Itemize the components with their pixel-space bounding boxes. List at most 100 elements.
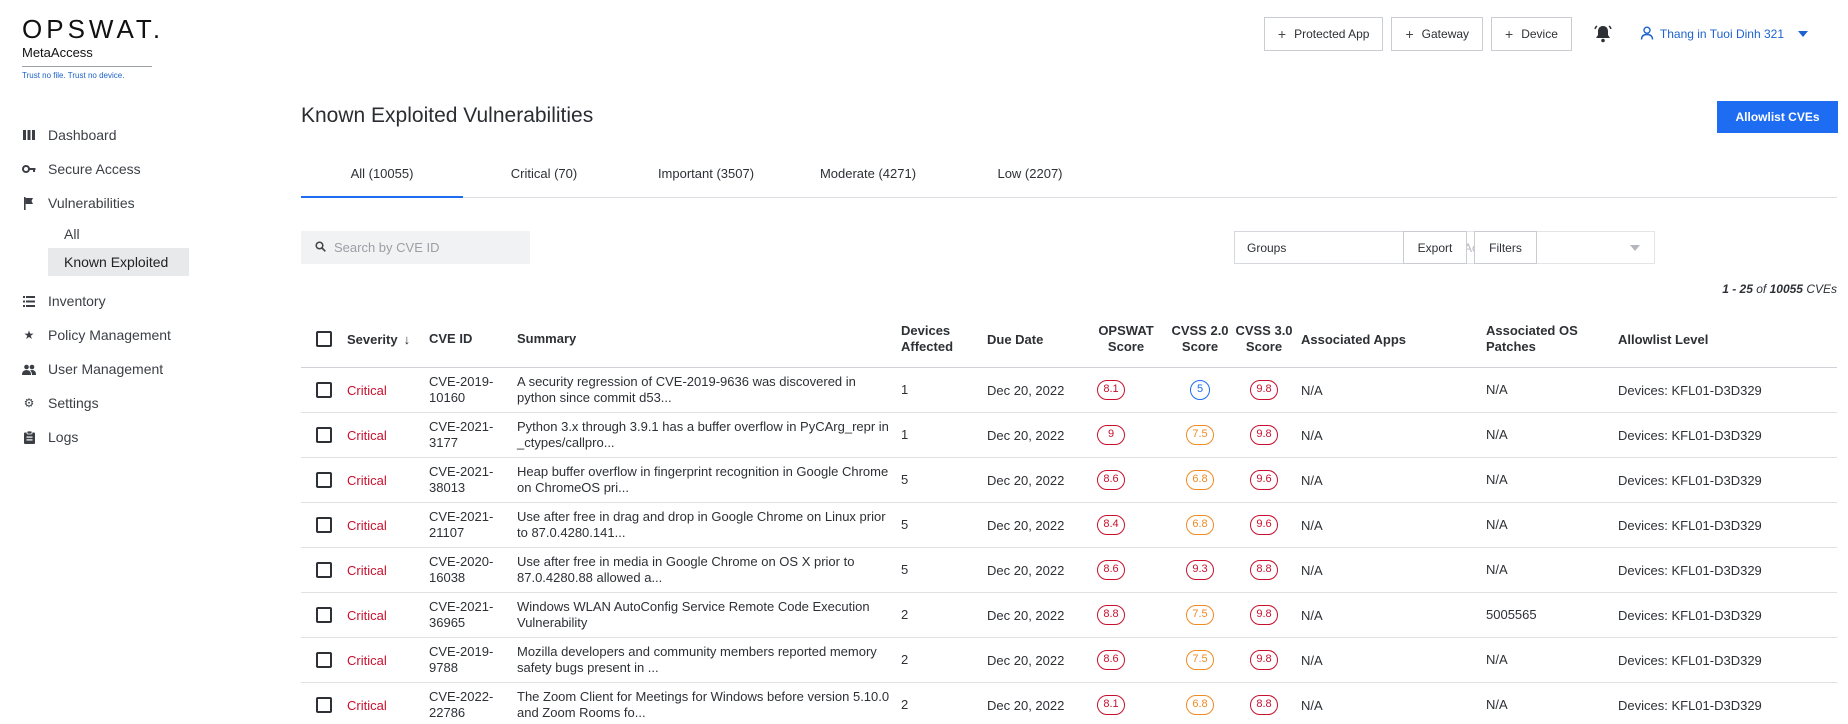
notifications-bell-icon[interactable] [1586,17,1620,51]
row-checkbox[interactable] [316,607,332,623]
severity-cell: Critical [347,607,387,623]
allowlist-cves-button[interactable]: Allowlist CVEs [1717,101,1838,133]
cve-id-cell[interactable]: CVE-2022-22786 [429,689,517,721]
top-toolbar: + Protected App + Gateway + Device Thang… [1263,17,1808,51]
plus-icon: + [1505,26,1514,42]
row-checkbox[interactable] [316,472,332,488]
product-name: MetaAccess [22,45,152,67]
table-row[interactable]: Critical CVE-2021-38013 Heap buffer overfl… [301,458,1837,503]
header-severity[interactable]: Severity ↓ [347,332,429,347]
sort-down-icon: ↓ [403,331,411,347]
cvss2-score-cell: 6.8 [1167,515,1233,535]
search-input[interactable]: Search by CVE ID [301,231,530,264]
row-checkbox[interactable] [316,517,332,533]
tab-low[interactable]: Low (2207) [949,156,1111,197]
due-date-cell: Dec 20, 2022 [987,427,1065,443]
pager-unit: CVEs [1806,282,1837,296]
header-cvss3-score: CVSS 3.0 Score [1235,323,1293,354]
associated-os-patches-cell: N/A [1486,652,1508,667]
sidebar-item-vulnerabilities[interactable]: Vulnerabilities [0,186,230,220]
summary-cell: Use after free in media in Google Chrome… [517,554,855,585]
add-device-button[interactable]: + Device [1491,17,1572,51]
export-button[interactable]: Export [1403,231,1467,264]
opswat-score-cell: 8.6 [1085,650,1167,670]
cve-id-cell[interactable]: CVE-2019-10160 [429,374,517,406]
cve-id-cell[interactable]: CVE-2021-36965 [429,599,517,631]
table-row[interactable]: Critical CVE-2021-3177 Python 3.x through … [301,413,1837,458]
pagination-summary: 1 - 25 of 10055 CVEs [1722,282,1837,296]
tab-moderate[interactable]: Moderate (4271) [787,156,949,197]
chevron-down-icon [1630,244,1640,251]
cvss2-score-badge: 6.8 [1186,695,1214,715]
cve-id-cell[interactable]: CVE-2019-9788 [429,644,517,676]
user-icon [1640,25,1654,43]
table-row[interactable]: Critical CVE-2020-16038 Use after free in … [301,548,1837,593]
row-checkbox[interactable] [316,652,332,668]
brand-logo[interactable]: OPSWAT. MetaAccess Trust no file. Trust … [22,16,160,80]
due-date-cell: Dec 20, 2022 [987,382,1065,398]
cvss2-score-badge: 5 [1190,380,1210,400]
table-body: Critical CVE-2019-10160 A security regress… [301,368,1837,724]
cvss3-score-cell: 9.8 [1233,650,1295,670]
select-all-checkbox[interactable] [316,331,332,347]
associated-apps-cell: N/A [1301,607,1323,623]
add-protected-app-button[interactable]: + Protected App [1263,17,1384,51]
table-row[interactable]: Critical CVE-2021-21107 Use after free in … [301,503,1837,548]
sidebar-nav: Dashboard Secure Access Vulnerabilities … [0,118,230,454]
row-checkbox[interactable] [316,382,332,398]
cve-id-cell[interactable]: CVE-2020-16038 [429,554,517,586]
row-select-cell [301,382,347,398]
table-row[interactable]: Critical CVE-2019-10160 A security regress… [301,368,1837,413]
tab-critical[interactable]: Critical (70) [463,156,625,197]
cvss3-score-badge: 9.6 [1250,470,1278,490]
sidebar-subitem-known-exploited[interactable]: Known Exploited [48,248,189,276]
due-date-cell: Dec 20, 2022 [987,697,1065,713]
cvss2-score-cell: 6.8 [1167,470,1233,490]
opswat-score-badge: 9 [1097,425,1125,445]
cve-id-cell[interactable]: CVE-2021-21107 [429,509,517,541]
clipboard-icon [22,430,36,444]
row-checkbox[interactable] [316,697,332,713]
devices-affected-cell: 5 [901,517,909,532]
associated-apps-cell: N/A [1301,427,1323,443]
cvss3-score-badge: 8.8 [1250,695,1278,715]
add-gateway-button[interactable]: + Gateway [1391,17,1484,51]
cvss3-score-badge: 9.8 [1250,605,1278,625]
sidebar-subitem-all[interactable]: All [0,220,230,248]
sidebar-item-label: Vulnerabilities [48,195,135,211]
opswat-score-badge: 8.4 [1097,515,1125,535]
sidebar-item-logs[interactable]: Logs [0,420,230,454]
header-due-date: Due Date [987,331,1044,347]
button-label: Protected App [1294,27,1370,41]
sidebar-item-policy-management[interactable]: ★ Policy Management [0,318,230,352]
devices-affected-cell: 1 [901,427,909,442]
cvss2-score-badge: 7.5 [1186,605,1214,625]
cvss3-score-cell: 8.8 [1233,560,1295,580]
cve-id-cell[interactable]: CVE-2021-38013 [429,464,517,496]
tab-all[interactable]: All (10055) [301,156,463,198]
cvss2-score-badge: 9.3 [1186,560,1214,580]
sidebar-item-dashboard[interactable]: Dashboard [0,118,230,152]
filters-button[interactable]: Filters [1474,231,1537,264]
sidebar-item-settings[interactable]: ⚙ Settings [0,386,230,420]
sidebar: OPSWAT. MetaAccess Trust no file. Trust … [0,0,230,724]
table-row[interactable]: Critical CVE-2022-22786 The Zoom Client fo… [301,683,1837,724]
associated-os-patches-cell: N/A [1486,562,1508,577]
sidebar-item-inventory[interactable]: Inventory [0,284,230,318]
table-row[interactable]: Critical CVE-2021-36965 Windows WLAN AutoC… [301,593,1837,638]
cvss3-score-cell: 8.8 [1233,695,1295,715]
cvss3-score-badge: 8.8 [1250,560,1278,580]
tab-important[interactable]: Important (3507) [625,156,787,197]
due-date-cell: Dec 20, 2022 [987,607,1065,623]
associated-apps-cell: N/A [1301,562,1323,578]
cvss3-score-cell: 9.8 [1233,425,1295,445]
header-associated-os-patches: Associated OS Patches [1486,323,1578,354]
table-row[interactable]: Critical CVE-2019-9788 Mozilla developers … [301,638,1837,683]
row-checkbox[interactable] [316,562,332,578]
user-menu[interactable]: Thang in Tuoi Dinh 321 [1634,25,1808,43]
sidebar-item-label: Inventory [48,293,106,309]
sidebar-item-user-management[interactable]: User Management [0,352,230,386]
cve-id-cell[interactable]: CVE-2021-3177 [429,419,517,451]
sidebar-item-secure-access[interactable]: Secure Access [0,152,230,186]
row-checkbox[interactable] [316,427,332,443]
